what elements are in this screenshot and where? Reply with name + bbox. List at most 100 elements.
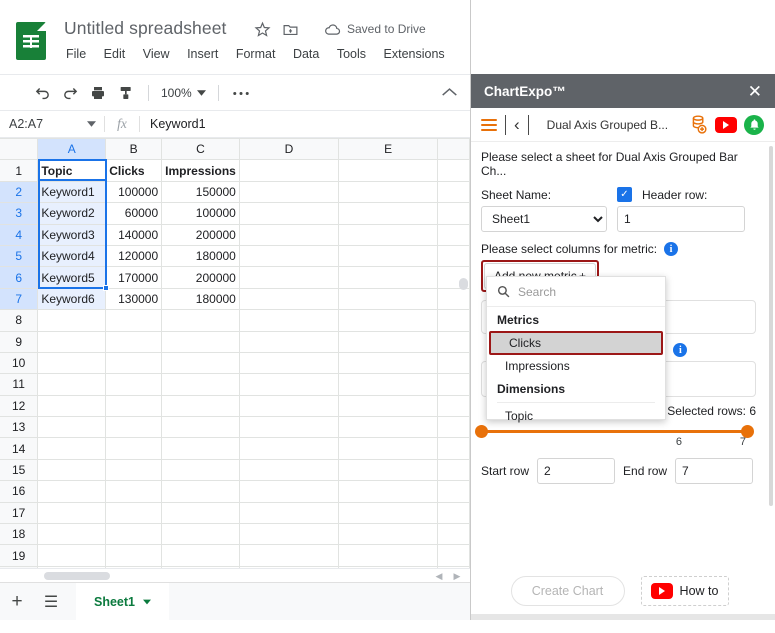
dropdown-item-clicks[interactable]: Clicks bbox=[491, 333, 661, 353]
cell-f11[interactable] bbox=[437, 373, 470, 396]
metric-dropdown-menu[interactable]: Search Metrics Clicks Impressions Dimens… bbox=[486, 276, 666, 423]
cell-c7[interactable]: 180000 bbox=[161, 287, 240, 311]
notification-bell-icon[interactable] bbox=[744, 115, 764, 135]
cell-d8[interactable] bbox=[238, 309, 340, 332]
hscroll-thumb[interactable] bbox=[44, 572, 110, 580]
row-header[interactable]: 4 bbox=[0, 223, 39, 246]
cell-e9[interactable] bbox=[338, 330, 439, 353]
undo-icon[interactable] bbox=[28, 81, 56, 105]
row-header[interactable]: 16 bbox=[0, 480, 39, 503]
info-icon-metric[interactable]: i bbox=[664, 242, 679, 256]
cell-f3[interactable] bbox=[437, 202, 470, 225]
cell-a6[interactable]: Keyword5 bbox=[37, 266, 107, 289]
cell-a5[interactable]: Keyword4 bbox=[37, 244, 107, 268]
cell-f2[interactable] bbox=[437, 180, 470, 204]
cell-a17[interactable] bbox=[37, 501, 107, 525]
cell-b1[interactable]: Clicks bbox=[105, 159, 163, 182]
cell-e4[interactable] bbox=[338, 223, 439, 246]
column-header-a[interactable]: A bbox=[37, 138, 107, 161]
sheet-name-select[interactable]: Sheet1 bbox=[481, 206, 607, 232]
cell-b4[interactable]: 140000 bbox=[105, 223, 163, 246]
sheet-tab-chevron-icon[interactable] bbox=[143, 599, 151, 605]
cell-f8[interactable] bbox=[437, 309, 470, 332]
cell-a13[interactable] bbox=[37, 416, 107, 439]
menu-item-extensions[interactable]: Extensions bbox=[384, 47, 445, 61]
document-title[interactable]: Untitled spreadsheet bbox=[64, 18, 227, 39]
cell-a2[interactable]: Keyword1 bbox=[37, 180, 107, 204]
cell-a1[interactable]: Topic bbox=[37, 159, 107, 182]
cell-e15[interactable] bbox=[338, 458, 439, 482]
cell-f12[interactable] bbox=[437, 394, 470, 418]
cell-a12[interactable] bbox=[37, 394, 107, 418]
cell-b7[interactable]: 130000 bbox=[105, 287, 163, 311]
cell-a4[interactable]: Keyword3 bbox=[37, 223, 107, 246]
cell-d16[interactable] bbox=[238, 480, 340, 503]
cell-c3[interactable]: 100000 bbox=[161, 202, 240, 225]
cell-b13[interactable] bbox=[105, 416, 163, 439]
scroll-right-arrow-icon[interactable]: ▶ bbox=[450, 570, 464, 582]
column-header-b[interactable]: B bbox=[105, 138, 163, 161]
menu-item-insert[interactable]: Insert bbox=[187, 47, 218, 61]
cell-e12[interactable] bbox=[338, 394, 439, 418]
cell-f18[interactable] bbox=[437, 523, 470, 546]
end-row-input[interactable] bbox=[675, 458, 754, 484]
cell-f16[interactable] bbox=[437, 480, 470, 503]
menu-item-format[interactable]: Format bbox=[236, 47, 276, 61]
row-range-slider[interactable]: 6 7 bbox=[475, 422, 756, 450]
row-header[interactable]: 14 bbox=[0, 437, 39, 460]
menu-item-data[interactable]: Data bbox=[293, 47, 319, 61]
row-header[interactable]: 8 bbox=[0, 309, 39, 332]
cell-a16[interactable] bbox=[37, 480, 107, 503]
row-header[interactable]: 5 bbox=[0, 244, 39, 268]
cell-a3[interactable]: Keyword2 bbox=[37, 202, 107, 225]
cell-a10[interactable] bbox=[37, 351, 107, 375]
cell-d10[interactable] bbox=[238, 351, 340, 375]
cell-e8[interactable] bbox=[338, 309, 439, 332]
paint-format-icon[interactable] bbox=[112, 81, 140, 105]
start-row-input[interactable] bbox=[537, 458, 616, 484]
row-header[interactable]: 15 bbox=[0, 458, 39, 482]
formula-input[interactable]: Keyword1 bbox=[140, 117, 206, 131]
cell-a18[interactable] bbox=[37, 523, 107, 546]
cell-d11[interactable] bbox=[238, 373, 340, 396]
cell-c6[interactable]: 200000 bbox=[161, 266, 240, 289]
dropdown-item-topic[interactable]: Topic bbox=[487, 406, 665, 426]
row-header[interactable]: 6 bbox=[0, 266, 39, 289]
row-header[interactable]: 13 bbox=[0, 416, 39, 439]
cell-c19[interactable] bbox=[161, 544, 240, 567]
cell-e16[interactable] bbox=[338, 480, 439, 503]
cell-e14[interactable] bbox=[338, 437, 439, 460]
cell-c13[interactable] bbox=[161, 416, 240, 439]
cell-e10[interactable] bbox=[338, 351, 439, 375]
menu-item-view[interactable]: View bbox=[143, 47, 170, 61]
cell-c2[interactable]: 150000 bbox=[161, 180, 240, 204]
cell-f14[interactable] bbox=[437, 437, 470, 460]
grid-horizontal-scrollbar[interactable]: ◀ ▶ bbox=[0, 568, 470, 582]
cell-b10[interactable] bbox=[105, 351, 163, 375]
how-to-button[interactable]: How to bbox=[640, 576, 729, 606]
row-header[interactable]: 7 bbox=[0, 287, 39, 311]
cell-b3[interactable]: 60000 bbox=[105, 202, 163, 225]
redo-icon[interactable] bbox=[56, 81, 84, 105]
scroll-left-arrow-icon[interactable]: ◀ bbox=[432, 570, 446, 582]
row-header[interactable]: 19 bbox=[0, 544, 39, 567]
row-header[interactable]: 17 bbox=[0, 501, 39, 525]
cell-c5[interactable]: 180000 bbox=[161, 244, 240, 268]
cell-c1[interactable]: Impressions bbox=[161, 159, 240, 182]
move-to-folder-icon[interactable] bbox=[282, 21, 299, 38]
zoom-control[interactable]: 100% bbox=[157, 86, 210, 100]
cell-c11[interactable] bbox=[161, 373, 240, 396]
cell-f7[interactable] bbox=[437, 287, 470, 311]
cell-d15[interactable] bbox=[238, 458, 340, 482]
cell-e3[interactable] bbox=[338, 202, 439, 225]
slider-knob-start[interactable] bbox=[475, 425, 488, 438]
dropdown-search-row[interactable]: Search bbox=[487, 277, 665, 307]
cell-d5[interactable] bbox=[238, 244, 340, 268]
cell-e2[interactable] bbox=[338, 180, 439, 204]
spreadsheet-grid[interactable]: A B C D E 1 Topic Clicks Impressions 2 K… bbox=[0, 138, 470, 568]
cell-d1[interactable] bbox=[238, 159, 340, 182]
cell-d19[interactable] bbox=[238, 544, 340, 567]
header-row-checkbox[interactable]: ✓ bbox=[617, 187, 632, 202]
cell-f10[interactable] bbox=[437, 351, 470, 375]
cell-a7[interactable]: Keyword6 bbox=[37, 287, 107, 311]
